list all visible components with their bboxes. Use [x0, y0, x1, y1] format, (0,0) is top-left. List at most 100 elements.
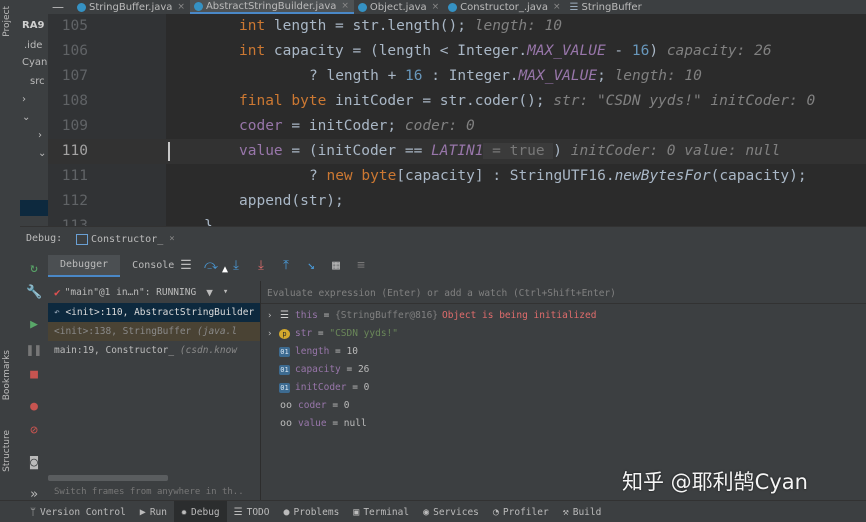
step-over-icon[interactable]: ⤼: [203, 258, 219, 274]
structure-tool-label[interactable]: Structure: [2, 430, 12, 472]
variable-row[interactable]: › p str = "CSDN yyds!": [267, 325, 398, 343]
variable-name: value: [298, 418, 327, 429]
code-line[interactable]: 107 ? length + 16 : Integer.MAX_VALUE; l…: [48, 64, 866, 89]
code-line[interactable]: 112 append(str);: [48, 189, 866, 214]
parameter-icon: p: [279, 329, 290, 339]
tabs-menu[interactable]: —: [48, 0, 73, 14]
code-line[interactable]: 105 int length = str.length(); length: 1…: [48, 14, 866, 39]
tab-stringbuffer-structure[interactable]: ☰ StringBuffer: [566, 0, 647, 14]
project-row[interactable]: src: [30, 76, 45, 87]
resume-icon[interactable]: ▶: [26, 317, 42, 333]
mute-breakpoints-icon[interactable]: ⊘: [26, 423, 42, 439]
mouse-cursor-icon: ▲: [222, 264, 229, 275]
variable-row[interactable]: 01 initCoder = 0: [267, 379, 369, 397]
trace-stream-icon[interactable]: ≡: [353, 258, 369, 274]
project-panel: RA9 .ide Cyan src › ⌄ › ⌄: [20, 0, 49, 226]
tree-expand-icon[interactable]: ›: [38, 130, 42, 141]
close-icon[interactable]: ×: [169, 234, 174, 244]
tree-expand-icon[interactable]: ›: [22, 94, 26, 105]
bookmarks-tool-label[interactable]: Bookmarks: [2, 350, 12, 400]
code-line[interactable]: 113 }: [48, 214, 866, 226]
tab-stringbuffer-java[interactable]: StringBuffer.java ×: [73, 0, 190, 14]
project-row[interactable]: Cyan: [22, 57, 47, 68]
problems-button[interactable]: ● Problems: [277, 501, 347, 522]
frames-scrollbar[interactable]: [48, 475, 168, 481]
code-text: final byte initCoder = str.coder(); str:…: [239, 93, 816, 109]
variable-row[interactable]: › ☰ this = {StringBuffer@816} Object is …: [267, 307, 596, 325]
class-icon: [77, 2, 86, 12]
profiler-button[interactable]: ◔ Profiler: [486, 501, 556, 522]
close-icon[interactable]: ×: [553, 2, 561, 12]
frame-row[interactable]: main:19, Constructor_ (csdn.know: [48, 341, 260, 360]
tab-console[interactable]: Console: [120, 255, 186, 277]
local-var-icon: 01: [279, 347, 290, 357]
close-icon[interactable]: ×: [432, 2, 440, 12]
code-editor[interactable]: 105 int length = str.length(); length: 1…: [48, 14, 866, 226]
frame-method: <init>:110, AbstractStringBuilder: [65, 307, 255, 318]
variable-row[interactable]: oo coder = 0: [267, 397, 350, 415]
variable-eq: =: [329, 346, 347, 357]
close-icon[interactable]: ×: [341, 1, 349, 11]
tab-object-java[interactable]: Object.java ×: [354, 0, 444, 14]
build-button[interactable]: ⚒ Build: [556, 501, 609, 522]
evaluate-expression-input[interactable]: [265, 284, 859, 302]
stop-icon[interactable]: ■: [26, 367, 42, 383]
frame-row[interactable]: <init>:138, StringBuffer (java.l: [48, 322, 260, 341]
tab-debugger[interactable]: Debugger: [48, 255, 121, 277]
tab-constructor-java[interactable]: Constructor_.java ×: [444, 0, 565, 14]
code-line[interactable]: 108 final byte initCoder = str.coder(); …: [48, 89, 866, 114]
project-row[interactable]: .ide: [24, 40, 42, 51]
project-tool-label[interactable]: Project: [2, 6, 12, 37]
tree-expand-icon[interactable]: ⌄: [38, 148, 46, 159]
chevron-down-icon[interactable]: ▾: [223, 287, 228, 297]
filter-icon[interactable]: ▼: [206, 286, 213, 299]
camera-icon[interactable]: ◙: [26, 455, 42, 471]
variable-ref: {StringBuffer@816}: [335, 310, 439, 321]
frame-row[interactable]: ↶ <init>:110, AbstractStringBuilder: [48, 303, 260, 322]
line-number: 113: [61, 218, 88, 226]
force-step-into-icon[interactable]: ⤓: [253, 258, 269, 274]
frame-location: (java.l: [197, 326, 238, 337]
tree-expand-icon[interactable]: ⌄: [22, 112, 30, 123]
chevron-right-icon[interactable]: ›: [267, 307, 279, 325]
variable-value: null: [343, 418, 367, 429]
rerun-icon[interactable]: ↻: [26, 261, 42, 277]
debug-button[interactable]: ✹ Debug: [174, 501, 227, 522]
line-number: 105: [61, 18, 88, 34]
todo-button[interactable]: ☰ TODO: [227, 501, 277, 522]
variable-row[interactable]: oo value = null: [267, 415, 367, 433]
local-var-icon: 01: [279, 365, 290, 375]
variable-row[interactable]: 01 capacity = 26: [267, 361, 369, 379]
variable-name: coder: [298, 400, 327, 411]
minus-icon[interactable]: —: [52, 0, 68, 14]
code-text: }: [204, 218, 213, 226]
settings-wrench-icon[interactable]: 🔧: [26, 285, 42, 301]
terminal-button[interactable]: ▣ Terminal: [346, 501, 416, 522]
services-button[interactable]: ◉ Services: [416, 501, 486, 522]
project-row[interactable]: RA9: [22, 20, 44, 31]
version-control-button[interactable]: ᛘ Version Control: [0, 501, 133, 522]
local-var-icon: 01: [279, 383, 290, 393]
tab-abstractstringbuilder-java[interactable]: AbstractStringBuilder.java ×: [189, 0, 354, 14]
step-into-icon[interactable]: ⤓: [228, 258, 244, 274]
code-line[interactable]: 106 int capacity = (length < Integer.MAX…: [48, 39, 866, 64]
view-breakpoints-icon[interactable]: ●: [26, 399, 42, 415]
evaluate-bar: [261, 281, 866, 304]
show-execution-point-icon[interactable]: ☰: [178, 258, 194, 274]
thread-selector[interactable]: ✔ "main"@1 in…n": RUNNING ▼ ▾: [48, 281, 260, 303]
code-line[interactable]: 109 coder = initCoder; coder: 0: [48, 114, 866, 139]
chevron-right-icon[interactable]: ›: [267, 325, 279, 343]
variable-row[interactable]: 01 length = 10: [267, 343, 358, 361]
run-button[interactable]: ▶ Run: [133, 501, 174, 522]
pause-icon[interactable]: ❚❚: [26, 343, 42, 359]
run-config-tab[interactable]: Constructor_ ×: [76, 231, 175, 247]
selected-tree-row[interactable]: [20, 200, 48, 216]
run-to-cursor-icon[interactable]: ↘: [303, 258, 319, 274]
evaluate-expression-icon[interactable]: ▦: [328, 258, 344, 274]
bottom-bar-label: Version Control: [40, 506, 126, 518]
frames-panel: ✔ "main"@1 in…n": RUNNING ▼ ▾ ↶ <init>:1…: [48, 281, 261, 501]
code-line[interactable]: 111 ? new byte[capacity] : StringUTF16.n…: [48, 164, 866, 189]
current-code-line[interactable]: 110 value = (initCoder == LATIN1 = true …: [48, 139, 866, 164]
close-icon[interactable]: ×: [177, 2, 185, 12]
step-out-icon[interactable]: ⤒: [278, 258, 294, 274]
